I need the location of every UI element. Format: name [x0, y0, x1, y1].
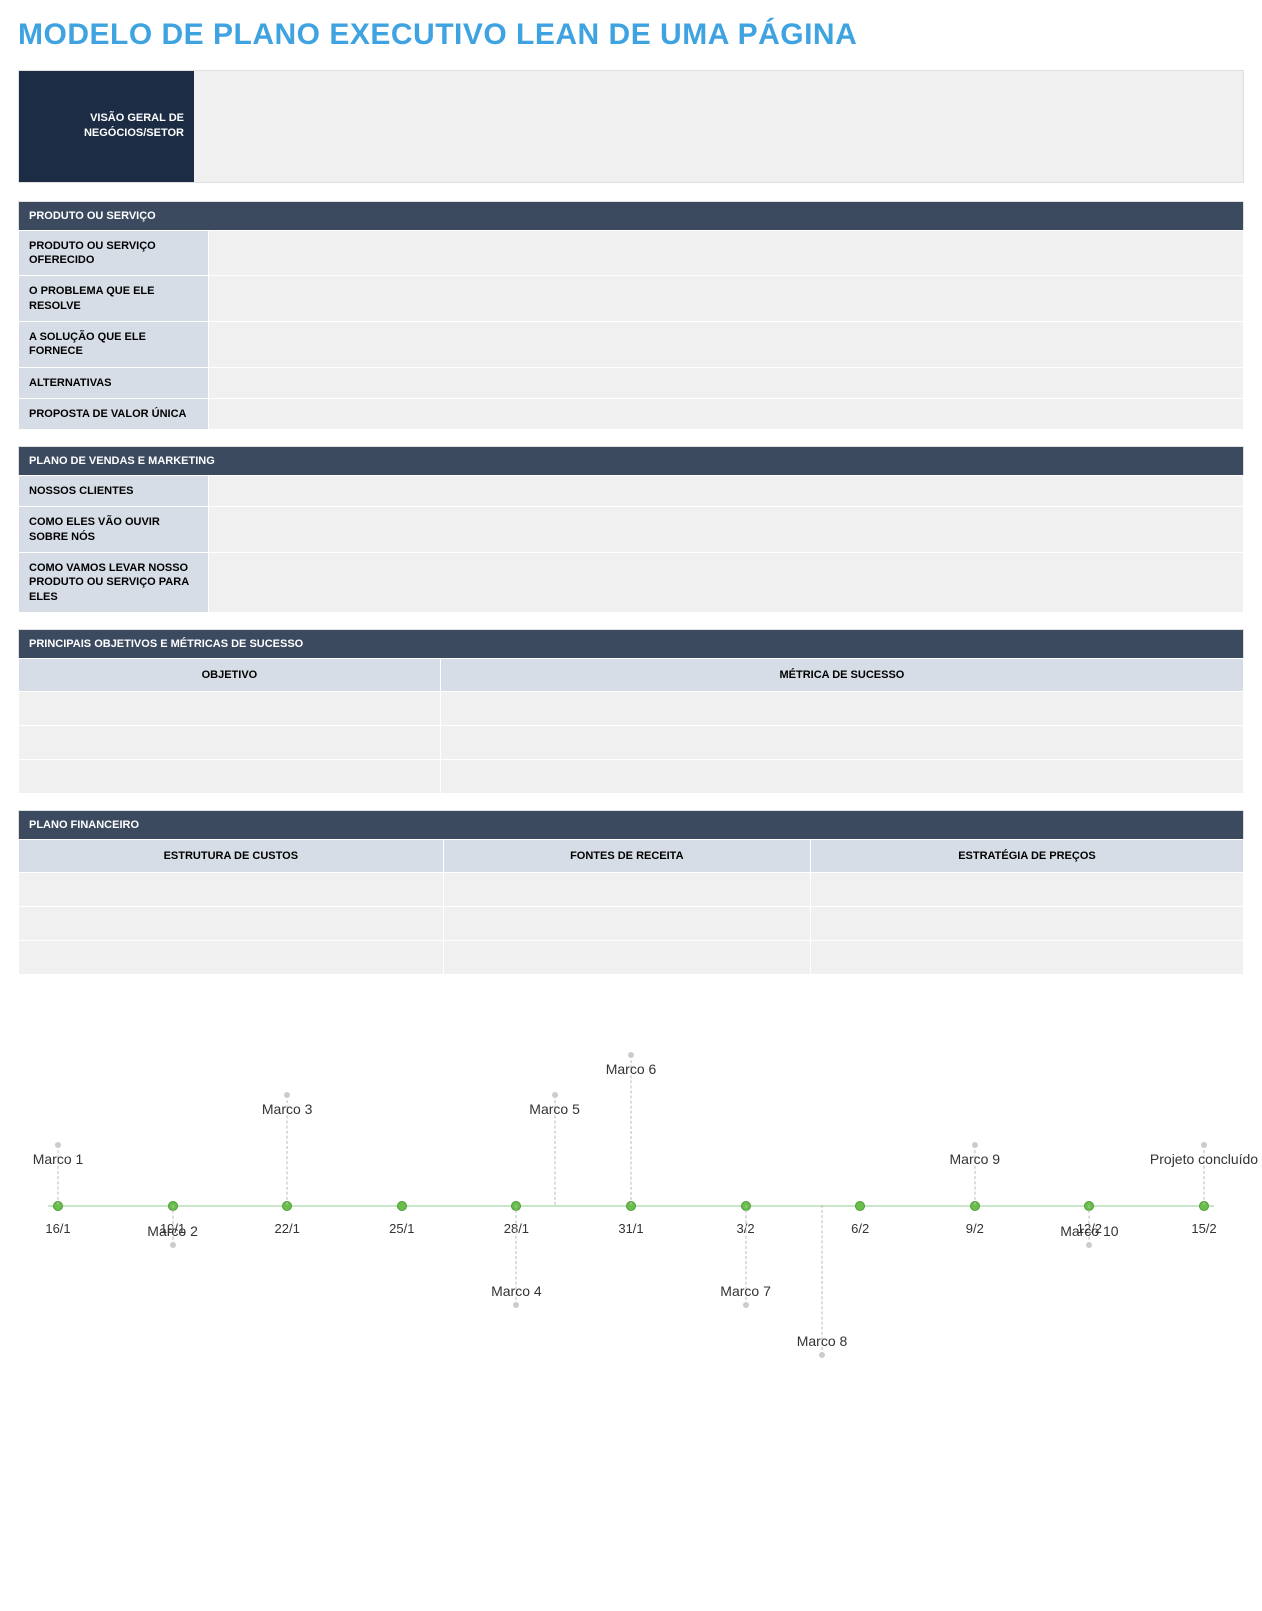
milestone-leader — [631, 1055, 632, 1205]
row-label: COMO ELES VÃO OUVIR SOBRE NÓS — [19, 507, 209, 553]
axis-tick-label: 15/2 — [1191, 1221, 1216, 1236]
column-header: OBJETIVO — [19, 658, 441, 691]
table-cell[interactable] — [810, 872, 1243, 906]
milestone-dot — [513, 1302, 519, 1308]
overview-label: VISÃO GERAL DE NEGÓCIOS/SETOR — [19, 71, 194, 182]
table-cell[interactable] — [19, 725, 441, 759]
product-section: PRODUTO OU SERVIÇO PRODUTO OU SERVIÇO OF… — [18, 201, 1244, 430]
axis-tick-label: 22/1 — [275, 1221, 300, 1236]
column-header: ESTRATÉGIA DE PREÇOS — [810, 839, 1243, 872]
milestone-label: Marco 2 — [147, 1223, 198, 1239]
objectives-table: OBJETIVOMÉTRICA DE SUCESSO — [18, 658, 1244, 794]
financial-table: ESTRUTURA DE CUSTOSFONTES DE RECEITAESTR… — [18, 839, 1244, 975]
row-value[interactable] — [209, 230, 1244, 276]
row-value[interactable] — [209, 476, 1244, 507]
milestone-label: Marco 10 — [1060, 1223, 1118, 1239]
milestone-label: Marco 8 — [797, 1333, 848, 1349]
sales-header: PLANO DE VENDAS E MARKETING — [18, 446, 1244, 475]
table-cell[interactable] — [19, 906, 444, 940]
financial-header: PLANO FINANCEIRO — [18, 810, 1244, 839]
milestone-dot — [55, 1142, 61, 1148]
table-cell[interactable] — [440, 725, 1243, 759]
row-value[interactable] — [209, 507, 1244, 553]
overview-content[interactable] — [194, 71, 1243, 182]
milestone-label: Projeto concluído — [1150, 1151, 1258, 1167]
table-cell[interactable] — [440, 759, 1243, 793]
row-value[interactable] — [209, 367, 1244, 398]
milestone-label: Marco 1 — [33, 1151, 84, 1167]
timeline-chart: 16/119/122/125/128/131/13/26/29/212/215/… — [18, 1025, 1244, 1385]
product-table: PRODUTO OU SERVIÇO OFERECIDOO PROBLEMA Q… — [18, 230, 1244, 430]
milestone-label: Marco 5 — [529, 1101, 580, 1117]
page-title: MODELO DE PLANO EXECUTIVO LEAN DE UMA PÁ… — [18, 18, 1244, 52]
objectives-header: PRINCIPAIS OBJETIVOS E MÉTRICAS DE SUCES… — [18, 629, 1244, 658]
axis-tick — [855, 1201, 865, 1211]
milestone-dot — [552, 1092, 558, 1098]
column-header: ESTRUTURA DE CUSTOS — [19, 839, 444, 872]
milestone-label: Marco 7 — [720, 1283, 771, 1299]
milestone-dot — [284, 1092, 290, 1098]
table-cell[interactable] — [443, 940, 810, 974]
milestone-dot — [1086, 1242, 1092, 1248]
table-cell[interactable] — [19, 872, 444, 906]
table-cell[interactable] — [443, 872, 810, 906]
row-label: NOSSOS CLIENTES — [19, 476, 209, 507]
sales-table: NOSSOS CLIENTESCOMO ELES VÃO OUVIR SOBRE… — [18, 475, 1244, 613]
row-label: PRODUTO OU SERVIÇO OFERECIDO — [19, 230, 209, 276]
milestone-dot — [1201, 1142, 1207, 1148]
row-value[interactable] — [209, 276, 1244, 322]
milestone-label: Marco 9 — [950, 1151, 1001, 1167]
axis-tick-label: 6/2 — [851, 1221, 869, 1236]
milestone-dot — [743, 1302, 749, 1308]
axis-tick-label: 16/1 — [45, 1221, 70, 1236]
product-header: PRODUTO OU SERVIÇO — [18, 201, 1244, 230]
axis-tick — [397, 1201, 407, 1211]
row-label: PROPOSTA DE VALOR ÚNICA — [19, 398, 209, 429]
column-header: MÉTRICA DE SUCESSO — [440, 658, 1243, 691]
row-label: ALTERNATIVAS — [19, 367, 209, 398]
table-cell[interactable] — [810, 940, 1243, 974]
axis-tick-label: 9/2 — [966, 1221, 984, 1236]
row-label: COMO VAMOS LEVAR NOSSO PRODUTO OU SERVIÇ… — [19, 553, 209, 613]
milestone-dot — [170, 1242, 176, 1248]
row-label: O PROBLEMA QUE ELE RESOLVE — [19, 276, 209, 322]
milestone-dot — [628, 1052, 634, 1058]
milestone-label: Marco 6 — [606, 1061, 657, 1077]
table-cell[interactable] — [19, 691, 441, 725]
milestone-label: Marco 4 — [491, 1283, 542, 1299]
row-value[interactable] — [209, 398, 1244, 429]
row-value[interactable] — [209, 321, 1244, 367]
column-header: FONTES DE RECEITA — [443, 839, 810, 872]
table-cell[interactable] — [19, 759, 441, 793]
table-cell[interactable] — [810, 906, 1243, 940]
milestone-label: Marco 3 — [262, 1101, 313, 1117]
axis-tick-label: 25/1 — [389, 1221, 414, 1236]
row-value[interactable] — [209, 553, 1244, 613]
table-cell[interactable] — [19, 940, 444, 974]
milestone-dot — [972, 1142, 978, 1148]
table-cell[interactable] — [443, 906, 810, 940]
milestone-dot — [819, 1352, 825, 1358]
financial-section: PLANO FINANCEIRO ESTRUTURA DE CUSTOSFONT… — [18, 810, 1244, 975]
sales-section: PLANO DE VENDAS E MARKETING NOSSOS CLIEN… — [18, 446, 1244, 613]
row-label: A SOLUÇÃO QUE ELE FORNECE — [19, 321, 209, 367]
overview-block: VISÃO GERAL DE NEGÓCIOS/SETOR — [18, 70, 1244, 183]
objectives-section: PRINCIPAIS OBJETIVOS E MÉTRICAS DE SUCES… — [18, 629, 1244, 794]
axis-tick-label: 31/1 — [618, 1221, 643, 1236]
table-cell[interactable] — [440, 691, 1243, 725]
